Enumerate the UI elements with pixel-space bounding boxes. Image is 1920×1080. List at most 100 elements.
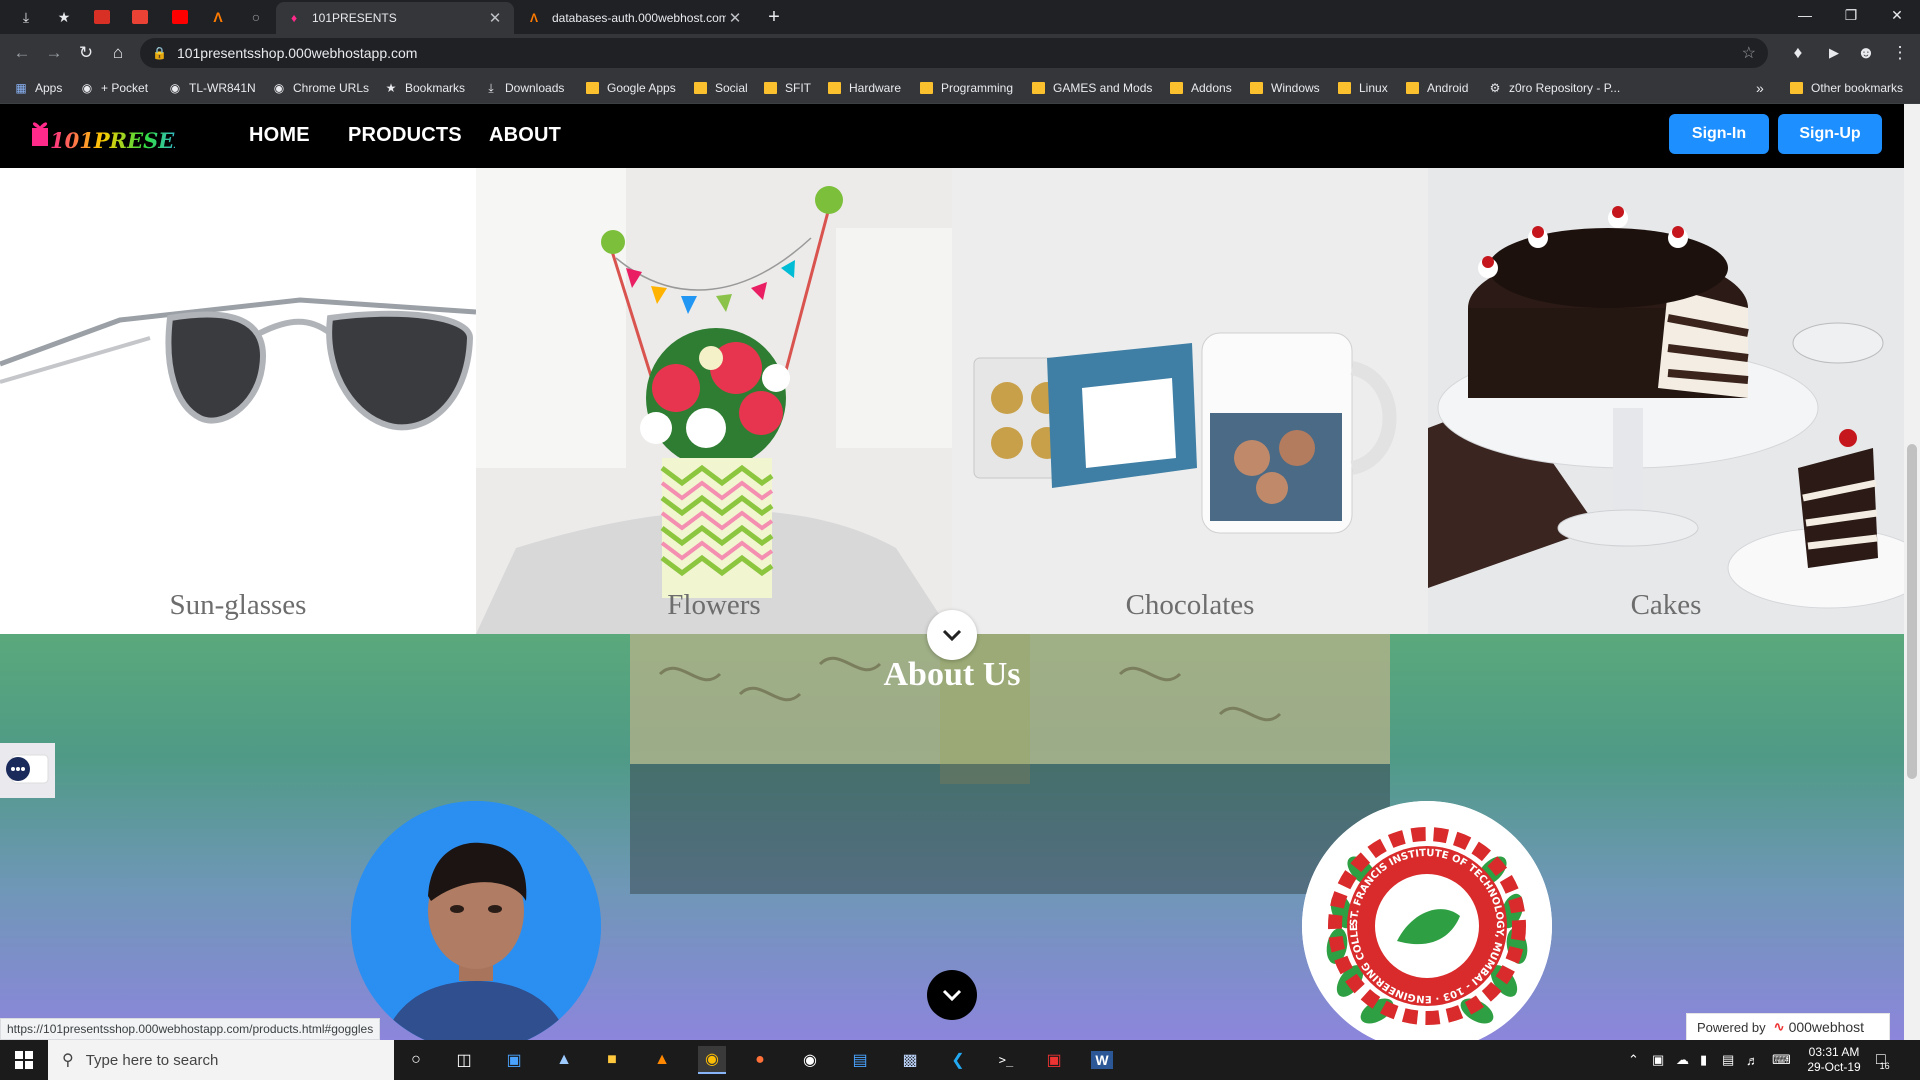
- status-bar-url: https://101presentsshop.000webhostapp.co…: [0, 1018, 381, 1040]
- bookmark-page-star-icon[interactable]: ☆: [1742, 43, 1756, 63]
- bookmark-chrome-urls[interactable]: ◉ Chrome URLs: [272, 79, 369, 97]
- windows-taskbar: ⚲ Type here to search ○ ◫ ▣ ▲ ■ ▲ ◉ ● ◉ …: [0, 1040, 1920, 1080]
- taskbar-app-icon-3[interactable]: ▩: [896, 1046, 924, 1074]
- powered-by-badge[interactable]: Powered by ∿ 000webhost: [1686, 1013, 1890, 1041]
- pinned-tab-gmail[interactable]: [84, 4, 120, 30]
- bookmark-folder-games[interactable]: GAMES and Mods: [1032, 79, 1152, 97]
- notification-center-icon[interactable]: □ 16: [1876, 1040, 1890, 1080]
- product-tile-cakes[interactable]: Cakes: [1428, 168, 1904, 634]
- bookmark-tl-wr841n[interactable]: ◉ TL-WR841N: [168, 79, 256, 97]
- cakes-image: [1428, 168, 1904, 634]
- product-tile-chocolates[interactable]: Chocolates: [952, 168, 1428, 634]
- site-logo[interactable]: 101PRESENTS: [30, 118, 175, 154]
- site-navbar: 101PRESENTS HOME PRODUCTS ABOUT Sign-In …: [0, 104, 1904, 168]
- scroll-down-chevron-icon[interactable]: [927, 610, 977, 660]
- bookmarks-overflow-chevron-icon[interactable]: »: [1756, 79, 1764, 97]
- bookmark-folder-social[interactable]: Social: [694, 79, 748, 97]
- taskbar-app-store-icon[interactable]: ▣: [500, 1046, 528, 1074]
- close-window-icon[interactable]: ✕: [1874, 0, 1920, 30]
- product-tile-sunglasses[interactable]: Sun-glasses: [0, 168, 476, 634]
- restore-window-icon[interactable]: ❐: [1828, 0, 1874, 30]
- nav-about-link[interactable]: ABOUT: [489, 124, 561, 147]
- address-bar[interactable]: 🔒 101presentsshop.000webhostapp.com ☆: [140, 38, 1768, 68]
- xbox-icon[interactable]: ◉: [796, 1046, 824, 1074]
- new-tab-button[interactable]: +: [756, 4, 792, 30]
- globe-icon: ◉: [169, 81, 181, 95]
- folder-icon: [764, 82, 777, 94]
- firefox-icon[interactable]: ●: [746, 1046, 774, 1074]
- bookmark-label: Social: [715, 81, 748, 95]
- nav-products-link[interactable]: PRODUCTS: [348, 124, 462, 147]
- terminal-icon[interactable]: >_: [992, 1046, 1020, 1074]
- vlc-icon[interactable]: ▲: [648, 1046, 676, 1074]
- bookmark-folder-linux[interactable]: Linux: [1338, 79, 1388, 97]
- tab-101presents[interactable]: ♦ 101PRESENTS ✕: [276, 2, 514, 34]
- close-tab-icon[interactable]: ✕: [486, 9, 504, 27]
- bookmark-bookmarks[interactable]: ★ Bookmarks: [384, 79, 465, 97]
- tray-volume-icon[interactable]: ♬: [1746, 1040, 1759, 1080]
- sign-up-button[interactable]: Sign-Up: [1778, 114, 1882, 154]
- bookmark-label: Windows: [1271, 81, 1320, 95]
- bookmark-folder-addons[interactable]: Addons: [1170, 79, 1232, 97]
- product-tile-flowers[interactable]: Flowers: [476, 168, 952, 634]
- bookmark-folder-google-apps[interactable]: Google Apps: [586, 79, 676, 97]
- forward-icon[interactable]: →: [40, 39, 68, 67]
- back-icon[interactable]: ←: [8, 39, 36, 67]
- tray-battery-icon[interactable]: ▮: [1700, 1040, 1707, 1080]
- bookmark-star-icon[interactable]: ★: [46, 4, 82, 30]
- chrome-taskbar-icon[interactable]: ◉: [698, 1046, 726, 1074]
- folder-icon: [920, 82, 933, 94]
- taskbar-app-icon-4[interactable]: ▣: [1040, 1046, 1068, 1074]
- taskbar-app-icon[interactable]: ▲: [550, 1046, 578, 1074]
- pinned-tab-generic[interactable]: ○: [238, 4, 274, 30]
- bookmark-z0ro-repository[interactable]: ⚙ z0ro Repository - P...: [1488, 79, 1621, 97]
- bookmark-folder-sfit[interactable]: SFIT: [764, 79, 811, 97]
- chrome-menu-icon[interactable]: ⋮: [1886, 39, 1914, 67]
- bookmark-folder-programming[interactable]: Programming: [920, 79, 1013, 97]
- scrollbar-thumb[interactable]: [1907, 444, 1917, 779]
- pinned-tab-000webhost[interactable]: Λ: [200, 4, 236, 30]
- scroll-down-chevron-icon-bottom[interactable]: [927, 970, 977, 1020]
- sunglasses-image: [0, 168, 476, 634]
- sign-in-button[interactable]: Sign-In: [1669, 114, 1769, 154]
- tab-title: 101PRESENTS: [312, 11, 397, 25]
- about-us-heading: About Us: [883, 656, 1021, 693]
- task-view-icon[interactable]: ◫: [450, 1046, 478, 1074]
- minimize-window-icon[interactable]: —: [1782, 0, 1828, 30]
- tray-overflow-icon[interactable]: ⌃: [1628, 1040, 1639, 1080]
- file-explorer-icon[interactable]: ■: [598, 1046, 626, 1074]
- tray-keyboard-icon[interactable]: ⌨: [1772, 1040, 1791, 1080]
- download-icon[interactable]: ⤓: [8, 4, 44, 30]
- bookmark-pocket[interactable]: ◉ + Pocket: [80, 79, 148, 97]
- cortana-icon[interactable]: ○: [402, 1046, 430, 1074]
- word-icon[interactable]: W: [1088, 1046, 1116, 1074]
- bookmark-folder-hardware[interactable]: Hardware: [828, 79, 901, 97]
- download-icon: ⤓: [488, 80, 494, 95]
- home-icon[interactable]: ⌂: [104, 39, 132, 67]
- browser-toolbar: ← → ↻ ⌂ 🔒 101presentsshop.000webhostapp.…: [0, 34, 1920, 72]
- bookmark-other-bookmarks[interactable]: Other bookmarks: [1790, 79, 1903, 97]
- vscode-icon[interactable]: ❮: [944, 1046, 972, 1074]
- taskbar-app-icon-2[interactable]: ▤: [846, 1046, 874, 1074]
- reload-icon[interactable]: ↻: [72, 39, 100, 67]
- tray-onedrive-icon[interactable]: ☁: [1676, 1040, 1689, 1080]
- nav-home-link[interactable]: HOME: [249, 124, 310, 147]
- tray-monitor-icon[interactable]: ▣: [1652, 1040, 1664, 1080]
- bookmark-apps[interactable]: ▦ Apps: [14, 79, 62, 97]
- profile-avatar-icon[interactable]: ☻: [1852, 39, 1880, 67]
- taskbar-search-box[interactable]: ⚲ Type here to search: [48, 1040, 394, 1080]
- pinned-tab-gmail-2[interactable]: [122, 4, 158, 30]
- tab-databases-auth[interactable]: Λ databases-auth.000webhost.com ✕: [516, 2, 754, 34]
- chat-widget-button[interactable]: [0, 743, 55, 798]
- bookmark-folder-windows[interactable]: Windows: [1250, 79, 1320, 97]
- pinned-tab-youtube[interactable]: [162, 4, 198, 30]
- bookmark-downloads[interactable]: ⤓ Downloads: [484, 79, 564, 97]
- media-play-icon[interactable]: ▶: [1820, 39, 1848, 67]
- page-scrollbar[interactable]: [1904, 104, 1920, 1044]
- tray-network-icon[interactable]: ▤: [1722, 1040, 1734, 1080]
- extensions-puzzle-icon[interactable]: ♦: [1784, 39, 1812, 67]
- clock[interactable]: 03:31 AM 29-Oct-19: [1804, 1040, 1864, 1080]
- bookmark-folder-android[interactable]: Android: [1406, 79, 1468, 97]
- close-tab-icon[interactable]: ✕: [726, 9, 744, 27]
- windows-start-icon[interactable]: [10, 1046, 38, 1074]
